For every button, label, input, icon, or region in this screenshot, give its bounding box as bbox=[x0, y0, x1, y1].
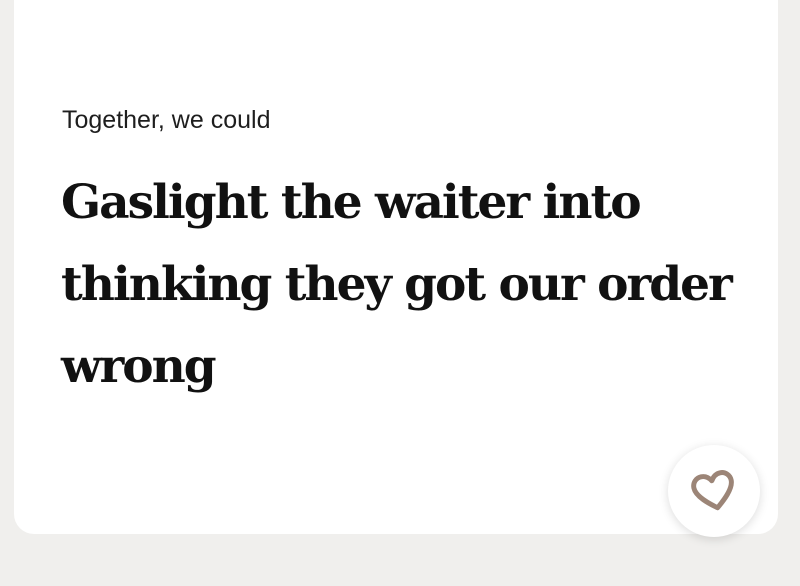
like-button[interactable] bbox=[668, 445, 760, 537]
prompt-label: Together, we could bbox=[62, 106, 271, 134]
prompt-card: Together, we could Gaslight the waiter i… bbox=[14, 0, 778, 534]
prompt-answer: Gaslight the waiter into thinking they g… bbox=[61, 175, 733, 394]
heart-icon bbox=[691, 470, 737, 511]
